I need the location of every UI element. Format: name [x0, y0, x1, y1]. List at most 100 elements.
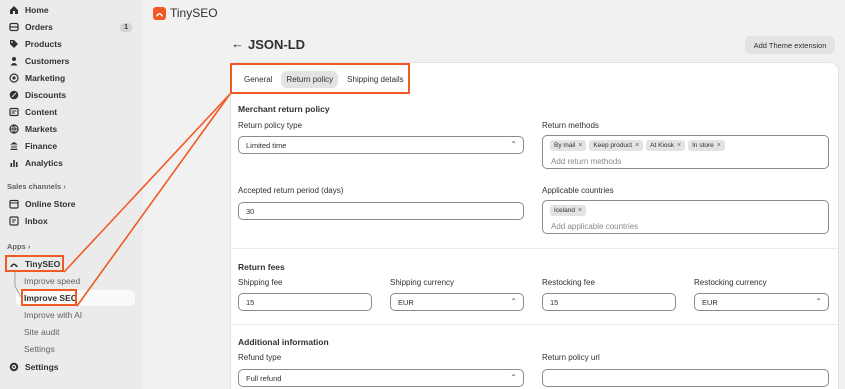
bank-icon	[9, 141, 19, 151]
chip-iceland: Iceland ×	[550, 205, 587, 216]
back-arrow-icon[interactable]: ←	[231, 36, 244, 51]
nav-analytics[interactable]: Analytics	[6, 155, 135, 171]
inbox-icon	[9, 216, 19, 226]
remove-chip-icon[interactable]: ×	[717, 142, 721, 149]
refund-type-select[interactable]: Full refund ⌃	[238, 369, 524, 387]
orders-icon	[9, 22, 19, 32]
nav-label: Marketing	[25, 73, 66, 83]
input-value: 30	[246, 206, 255, 216]
sidebar: Home Orders 1 Products Customers Marketi…	[0, 0, 143, 389]
nav-label: Customers	[25, 56, 70, 66]
return-policy-url-input[interactable]	[542, 369, 829, 387]
select-value: Limited time	[246, 140, 287, 150]
nav-online-store[interactable]: Online Store	[6, 196, 135, 212]
tab-return-policy[interactable]: Return policy	[281, 71, 339, 88]
select-chevron-icon: ⌃	[510, 297, 517, 306]
accepted-return-period-input[interactable]: 30	[238, 202, 524, 220]
nav-discounts[interactable]: Discounts	[6, 87, 135, 103]
shipping-currency-select[interactable]: EUR ⌃	[390, 293, 524, 311]
add-theme-extension-button[interactable]: Add Theme extension	[745, 36, 835, 54]
section-divider	[231, 248, 838, 249]
tag-icon	[9, 39, 19, 49]
page-title: JSON-LD	[248, 37, 306, 52]
remove-chip-icon[interactable]: ×	[578, 142, 582, 149]
applicable-countries-input[interactable]: Iceland × Add applicable countries	[542, 200, 829, 234]
nav-products[interactable]: Products	[6, 36, 135, 52]
nav-content[interactable]: Content	[6, 104, 135, 120]
chip-list: Iceland ×	[550, 205, 587, 216]
applicable-countries-placeholder[interactable]: Add applicable countries	[551, 222, 638, 231]
restocking-fee-input[interactable]: 15	[542, 293, 676, 311]
person-icon	[9, 56, 19, 66]
select-chevron-icon: ⌃	[510, 140, 517, 149]
nav-markets[interactable]: Markets	[6, 121, 135, 137]
nav-customers[interactable]: Customers	[6, 53, 135, 69]
return-methods-label: Return methods	[542, 121, 599, 130]
restocking-currency-select[interactable]: EUR ⌃	[694, 293, 829, 311]
content-icon	[9, 107, 19, 117]
return-policy-type-select[interactable]: Limited time ⌃	[238, 136, 524, 154]
nav-marketing[interactable]: Marketing	[6, 70, 135, 86]
nav-label: Orders	[25, 22, 53, 32]
app-title: TinySEO	[170, 6, 218, 20]
subnav-improve-speed[interactable]: Improve speed	[16, 273, 135, 289]
nav-inbox[interactable]: Inbox	[6, 213, 135, 229]
subnav-site-audit[interactable]: Site audit	[16, 324, 135, 340]
gear-icon	[9, 362, 19, 372]
return-methods-input[interactable]: By mail × Keep product × At Kiosk × In stor…	[542, 135, 829, 169]
nav-finance[interactable]: Finance	[6, 138, 135, 154]
input-value: 15	[246, 297, 255, 307]
additional-information-heading: Additional information	[238, 337, 329, 347]
bar-chart-icon	[9, 158, 19, 168]
tinyseo-icon	[9, 259, 19, 269]
chip-list: By mail × Keep product × At Kiosk × In stor…	[550, 140, 725, 151]
nav-label: Home	[25, 5, 49, 15]
nav-label: Settings	[25, 362, 59, 372]
return-policy-url-label: Return policy url	[542, 353, 600, 362]
select-value: EUR	[398, 297, 414, 307]
nav-label: Inbox	[25, 216, 48, 226]
chip-in-store: In store ×	[688, 140, 725, 151]
remove-chip-icon[interactable]: ×	[635, 142, 639, 149]
return-methods-placeholder[interactable]: Add return methods	[551, 157, 621, 166]
app-header: TinySEO	[153, 6, 218, 20]
shipping-fee-input[interactable]: 15	[238, 293, 372, 311]
globe-icon	[9, 124, 19, 134]
sales-channels-label[interactable]: Sales channels ›	[7, 182, 66, 191]
chip-keep-product: Keep product ×	[589, 140, 644, 151]
discount-icon	[9, 90, 19, 100]
tinyseo-logo-icon	[153, 6, 166, 20]
apps-label[interactable]: Apps ›	[7, 242, 30, 251]
return-fees-heading: Return fees	[238, 262, 285, 272]
nav-label: Online Store	[25, 199, 76, 209]
remove-chip-icon[interactable]: ×	[677, 142, 681, 149]
orders-count-badge: 1	[120, 22, 132, 32]
nav-home[interactable]: Home	[6, 2, 135, 18]
return-policy-type-label: Return policy type	[238, 121, 303, 130]
subnav-improve-with-ai[interactable]: Improve with AI	[16, 307, 135, 323]
shipping-fee-label: Shipping fee	[238, 278, 283, 287]
nav-label: Discounts	[25, 90, 67, 100]
select-chevron-icon: ⌃	[815, 297, 822, 306]
nav-tinyseo[interactable]: TinySEO	[6, 256, 135, 272]
nav-label: Products	[25, 39, 62, 49]
nav-settings[interactable]: Settings	[6, 359, 135, 375]
shipping-currency-label: Shipping currency	[390, 278, 455, 287]
tab-general[interactable]: General	[239, 71, 277, 88]
input-value: 15	[550, 297, 559, 307]
select-value: Full refund	[246, 373, 282, 383]
chip-at-kiosk: At Kiosk ×	[646, 140, 686, 151]
remove-chip-icon[interactable]: ×	[578, 207, 582, 214]
chip-by-mail: By mail ×	[550, 140, 587, 151]
nav-label: Finance	[25, 141, 58, 151]
nav-orders[interactable]: Orders 1	[6, 19, 135, 35]
target-icon	[9, 73, 19, 83]
restocking-currency-label: Restocking currency	[694, 278, 767, 287]
section-divider	[231, 324, 838, 325]
tab-bar: General Return policy Shipping details	[239, 71, 409, 88]
subnav-improve-seo[interactable]: Improve SEO	[16, 290, 135, 306]
tab-shipping-details[interactable]: Shipping details	[342, 71, 408, 88]
subnav-settings[interactable]: Settings	[16, 341, 135, 357]
refund-type-label: Refund type	[238, 353, 282, 362]
nav-label: Content	[25, 107, 58, 117]
